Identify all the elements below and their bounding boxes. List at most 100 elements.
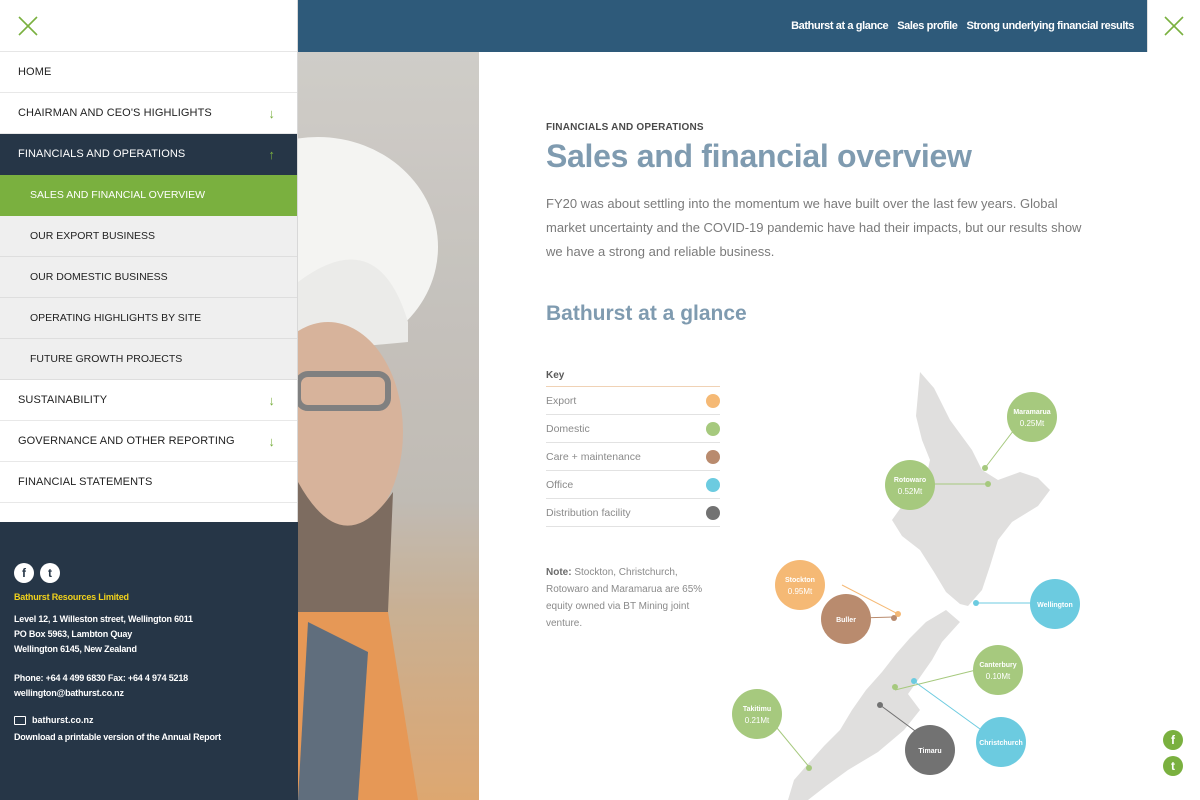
distribution-dot <box>706 505 720 520</box>
site-value: 0.21Mt <box>745 716 770 725</box>
site-name: Timaru <box>918 748 941 755</box>
arrow-up-icon[interactable]: ↑ <box>268 147 275 162</box>
canterbury-dot <box>892 684 898 690</box>
key-title: Key <box>546 370 720 387</box>
facebook-icon[interactable]: f <box>1163 730 1183 750</box>
sidebar-close-button[interactable] <box>0 0 297 52</box>
maramarua-dot <box>982 465 988 471</box>
address-line: PO Box 5963, Lambton Quay <box>14 629 133 639</box>
nz-map: Maramarua 0.25Mt Rotowaro 0.52Mt Welling… <box>732 372 1080 800</box>
twitter-icon[interactable]: t <box>40 563 60 583</box>
site-bubble-wellington[interactable]: Wellington <box>1030 579 1080 629</box>
key-row-office: Office <box>546 471 720 499</box>
site-bubble-maramarua[interactable]: Maramarua 0.25Mt <box>1007 392 1057 442</box>
key-label: Office <box>546 478 574 491</box>
menu-item-label: CHAIRMAN AND CEO'S HIGHLIGHTS <box>18 107 212 119</box>
arrow-down-icon[interactable]: ↓ <box>268 393 275 408</box>
menu-item-home[interactable]: HOME <box>0 52 297 93</box>
section-kicker: FINANCIALS AND OPERATIONS <box>546 122 704 133</box>
section-link-glance[interactable]: Bathurst at a glance <box>791 20 889 32</box>
site-name: Rotowaro <box>894 477 926 484</box>
menu-item-label: HOME <box>18 66 52 78</box>
submenu-item-domestic-business[interactable]: OUR DOMESTIC BUSINESS <box>0 257 297 298</box>
company-name: Bathurst Resources Limited <box>14 592 129 602</box>
menu-item-highlights[interactable]: CHAIRMAN AND CEO'S HIGHLIGHTS ↓ <box>0 93 297 134</box>
arrow-down-icon[interactable]: ↓ <box>268 106 275 121</box>
email-link[interactable]: wellington@bathurst.co.nz <box>14 686 284 701</box>
site-bubble-stockton[interactable]: Stockton 0.95Mt <box>775 560 825 610</box>
key-label: Export <box>546 394 577 407</box>
site-name: Stockton <box>785 577 815 584</box>
download-report-link[interactable]: Download a printable version of the Annu… <box>14 732 284 742</box>
buller-dot <box>891 615 897 621</box>
website-link[interactable]: bathurst.co.nz <box>14 715 284 725</box>
hero-photo <box>298 52 479 800</box>
menu-item-label: FINANCIALS AND OPERATIONS <box>18 148 186 160</box>
top-bar: Bathurst at a glance Sales profile Stron… <box>298 0 1200 52</box>
site-name: Canterbury <box>979 662 1016 669</box>
section-nav: Bathurst at a glance Sales profile Stron… <box>791 0 1134 52</box>
phone-fax: Phone: +64 4 499 6830 Fax: +64 4 974 521… <box>14 673 188 683</box>
site-value: 0.52Mt <box>898 487 923 496</box>
sidebar-footer: f t Bathurst Resources Limited Level 12,… <box>0 522 298 800</box>
key-label: Distribution facility <box>546 506 631 519</box>
site-name: Christchurch <box>979 740 1023 747</box>
address-line: Wellington 6145, New Zealand <box>14 644 137 654</box>
menu-item-label: SUSTAINABILITY <box>18 394 108 406</box>
arrow-down-icon[interactable]: ↓ <box>268 434 275 449</box>
site-name: Maramarua <box>1013 409 1050 416</box>
site-value: 0.95Mt <box>788 587 813 596</box>
site-bubble-timaru[interactable]: Timaru <box>905 725 955 775</box>
key-label: Care + maintenance <box>546 450 641 463</box>
close-menu-button[interactable] <box>1147 0 1200 52</box>
site-value: 0.25Mt <box>1020 419 1045 428</box>
submenu-item-sales-overview[interactable]: SALES AND FINANCIAL OVERVIEW <box>0 175 297 216</box>
intro-paragraph: FY20 was about settling into the momentu… <box>546 196 1082 259</box>
site-bubble-canterbury[interactable]: Canterbury 0.10Mt <box>973 645 1023 695</box>
site-bubble-takitimu[interactable]: Takitimu 0.21Mt <box>732 689 782 739</box>
section-heading: Bathurst at a glance <box>546 302 747 325</box>
key-row-export: Export <box>546 387 720 415</box>
submenu-item-export-business[interactable]: OUR EXPORT BUSINESS <box>0 216 297 257</box>
care-dot <box>706 449 720 464</box>
submenu-item-operating-highlights[interactable]: OPERATING HIGHLIGHTS BY SITE <box>0 298 297 339</box>
wellington-dot <box>973 600 979 606</box>
key-row-domestic: Domestic <box>546 415 720 443</box>
side-menu: HOME CHAIRMAN AND CEO'S HIGHLIGHTS ↓ FIN… <box>0 0 298 800</box>
menu-item-governance[interactable]: GOVERNANCE AND OTHER REPORTING ↓ <box>0 421 297 462</box>
section-link-financial-results[interactable]: Strong underlying financial results <box>966 20 1134 32</box>
key-label: Domestic <box>546 422 590 435</box>
christchurch-dot <box>911 678 917 684</box>
monitor-icon <box>14 715 26 725</box>
office-dot <box>706 477 720 492</box>
page-title: Sales and financial overview <box>546 138 972 174</box>
site-bubble-buller[interactable]: Buller <box>821 594 871 644</box>
close-icon <box>1164 16 1184 36</box>
twitter-icon[interactable]: t <box>1163 756 1183 776</box>
submenu-item-growth-projects[interactable]: FUTURE GROWTH PROJECTS <box>0 339 297 380</box>
menu-item-label: FINANCIAL STATEMENTS <box>18 476 153 488</box>
address-line: Level 12, 1 Willeston street, Wellington… <box>14 614 193 624</box>
menu-item-sustainability[interactable]: SUSTAINABILITY ↓ <box>0 380 297 421</box>
takitimu-dot <box>806 765 812 771</box>
note-prefix: Note: <box>546 567 572 578</box>
social-links: f t <box>14 563 284 583</box>
menu-item-label: GOVERNANCE AND OTHER REPORTING <box>18 435 235 447</box>
map-key: Key Export Domestic Care + maintenance O… <box>546 370 720 527</box>
menu-item-financial-statements[interactable]: FINANCIAL STATEMENTS <box>0 462 297 503</box>
equity-note: Note: Stockton, Christchurch, Rotowaro a… <box>546 564 716 632</box>
section-link-sales-profile[interactable]: Sales profile <box>897 20 958 32</box>
menu-item-financials[interactable]: FINANCIALS AND OPERATIONS ↑ <box>0 134 297 175</box>
site-bubble-rotowaro[interactable]: Rotowaro 0.52Mt <box>885 460 935 510</box>
website-label: bathurst.co.nz <box>32 715 94 725</box>
site-bubble-christchurch[interactable]: Christchurch <box>976 717 1026 767</box>
site-name: Takitimu <box>743 706 771 713</box>
domestic-dot <box>706 421 720 436</box>
key-row-distribution: Distribution facility <box>546 499 720 527</box>
facebook-icon[interactable]: f <box>14 563 34 583</box>
export-dot <box>706 393 720 408</box>
timaru-dot <box>877 702 883 708</box>
site-name: Buller <box>836 617 856 624</box>
key-row-care: Care + maintenance <box>546 443 720 471</box>
site-value: 0.10Mt <box>986 672 1011 681</box>
